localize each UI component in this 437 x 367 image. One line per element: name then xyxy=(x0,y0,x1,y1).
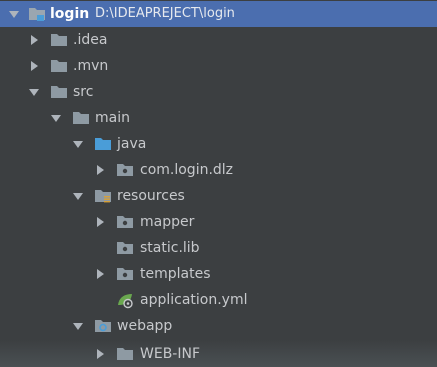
folder-icon xyxy=(73,112,89,124)
chevron-right-icon[interactable] xyxy=(94,216,106,228)
root-path: D:\IDEAPREJECT\login xyxy=(95,6,235,21)
tree-item-label: mapper xyxy=(140,214,195,230)
folder-icon xyxy=(51,60,67,72)
tree-row-java[interactable]: java xyxy=(0,131,437,157)
chevron-down-icon[interactable] xyxy=(72,138,84,150)
spring-config-icon xyxy=(118,294,133,309)
tree-item-label: resources xyxy=(117,188,185,204)
chevron-right-icon[interactable] xyxy=(94,268,106,280)
chevron-down-icon[interactable] xyxy=(72,320,84,332)
web-folder-icon xyxy=(95,320,111,332)
tree-item-label: static.lib xyxy=(140,240,200,256)
package-folder-icon xyxy=(117,164,133,176)
tree-item-label: src xyxy=(73,84,94,100)
tree-row-webinf[interactable]: WEB-INF xyxy=(0,341,437,367)
tree-item-label: java xyxy=(117,136,147,152)
tree-row-static[interactable]: static.lib xyxy=(0,235,437,261)
tree-item-label: application.yml xyxy=(140,292,248,308)
package-folder-icon xyxy=(117,242,133,254)
tree-item-label: .idea xyxy=(73,32,108,48)
chevron-right-icon[interactable] xyxy=(28,60,40,72)
tree-row-application-yml[interactable]: application.yml xyxy=(0,287,437,313)
package-folder-icon xyxy=(117,216,133,228)
chevron-right-icon[interactable] xyxy=(28,34,40,46)
chevron-right-icon[interactable] xyxy=(94,164,106,176)
chevron-down-icon[interactable] xyxy=(8,8,20,20)
chevron-down-icon[interactable] xyxy=(50,112,62,124)
source-folder-icon xyxy=(95,138,111,150)
chevron-right-icon[interactable] xyxy=(94,348,106,360)
tree-row-webapp[interactable]: webapp xyxy=(0,313,437,339)
tree-item-label: webapp xyxy=(117,318,173,334)
folder-icon xyxy=(51,86,67,98)
folder-icon xyxy=(117,348,133,360)
tree-row-src[interactable]: src xyxy=(0,79,437,105)
project-tree[interactable]: login D:\IDEAPREJECT\login .idea .mvn sr… xyxy=(0,0,437,367)
resources-folder-icon xyxy=(95,190,111,203)
module-folder-icon xyxy=(29,8,45,21)
chevron-down-icon[interactable] xyxy=(28,86,40,98)
root-name: login xyxy=(50,6,90,22)
tree-item-label: com.login.dlz xyxy=(140,162,234,178)
tree-item-label: WEB-INF xyxy=(140,346,200,362)
tree-row-login[interactable]: login D:\IDEAPREJECT\login xyxy=(0,1,437,27)
tree-item-label: .mvn xyxy=(73,58,109,74)
tree-row-main[interactable]: main xyxy=(0,105,437,131)
chevron-down-icon[interactable] xyxy=(72,190,84,202)
folder-icon xyxy=(51,34,67,46)
tree-item-label: main xyxy=(95,110,130,126)
tree-row-package[interactable]: com.login.dlz xyxy=(0,157,437,183)
package-folder-icon xyxy=(117,268,133,280)
tree-row-resources[interactable]: resources xyxy=(0,183,437,209)
tree-row-mapper[interactable]: mapper xyxy=(0,209,437,235)
tree-row-templates[interactable]: templates xyxy=(0,261,437,287)
tree-item-label: templates xyxy=(140,266,211,282)
tree-row-mvn[interactable]: .mvn xyxy=(0,53,437,79)
tree-row-idea[interactable]: .idea xyxy=(0,27,437,53)
